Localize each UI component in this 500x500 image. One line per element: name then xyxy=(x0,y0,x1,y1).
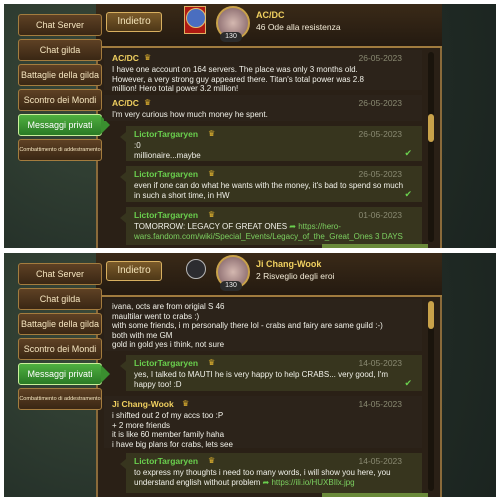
guild-emblem-icon xyxy=(186,8,206,28)
sidebar-item-combattimento[interactable]: Combattimento di addestramento xyxy=(18,388,102,410)
input-bar-edge xyxy=(322,244,428,248)
message-text: i shifted out 2 of my accs too :P + 2 mo… xyxy=(112,411,233,449)
read-check-icon: ✔ xyxy=(404,378,412,388)
bottom-screenshot: Indietro 130 Ji Chang-Wook 2 Risveglio d… xyxy=(4,253,496,497)
top-screenshot: Indietro 130 AC/DC 46 Ode alla resistenz… xyxy=(4,4,496,248)
scroll-thumb[interactable] xyxy=(428,114,434,142)
message: LictorTargaryen ♛ 14-05-2023 to express … xyxy=(120,453,422,493)
message-text: even if one can do what he wants with th… xyxy=(134,181,404,200)
message-text: I'm very curious how much money he spent… xyxy=(112,110,268,119)
sidebar-item-battaglie[interactable]: Battaglie della gilda xyxy=(18,313,102,335)
crown-icon: ♛ xyxy=(208,129,216,138)
message: AC/DC ♛ 26-05-2023 I have one account on… xyxy=(104,50,422,93)
chat-header: Indietro 130 Ji Chang-Wook 2 Risveglio d… xyxy=(96,253,442,297)
crown-icon: ♛ xyxy=(208,169,216,178)
link-arrow-icon: ➦ xyxy=(289,222,296,231)
message-sender: LictorTargaryen xyxy=(134,456,199,466)
message-date: 26-05-2023 xyxy=(358,53,402,63)
scrollbar[interactable] xyxy=(428,52,434,242)
read-check-icon: ✔ xyxy=(404,189,412,199)
message: LictorTargaryen ♛ 14-05-2023 yes, I talk… xyxy=(120,355,422,391)
chat-header: Indietro 130 AC/DC 46 Ode alla resistenz… xyxy=(96,4,442,48)
message-date: 26-05-2023 xyxy=(358,169,402,179)
message-text: ivana, octs are from origial S 46 maulti… xyxy=(112,302,383,349)
message: LictorTargaryen ♛ 26-05-2023 even if one… xyxy=(120,166,422,202)
level-badge: 130 xyxy=(220,281,242,291)
contact-guild: 46 Ode alla resistenza xyxy=(256,22,341,32)
back-button[interactable]: Indietro xyxy=(106,261,162,281)
sidebar-item-chat-server[interactable]: Chat Server xyxy=(18,14,102,36)
sidebar-item-chat-gilda[interactable]: Chat gilda xyxy=(18,39,102,61)
sidebar-item-scontro[interactable]: Scontro dei Mondi xyxy=(18,89,102,111)
message-text: yes, I talked to MAUTI he is very happy … xyxy=(134,370,389,389)
sidebar-item-messaggi-privati[interactable]: Messaggi privati xyxy=(18,114,110,136)
message-date: 14-05-2023 xyxy=(358,456,402,466)
crown-icon: ♛ xyxy=(182,399,190,408)
message-sender: LictorTargaryen xyxy=(134,129,199,139)
message: AC/DC ♛ 26-05-2023 I'm very curious how … xyxy=(104,95,422,121)
back-button[interactable]: Indietro xyxy=(106,12,162,32)
crown-icon: ♛ xyxy=(144,53,152,62)
message-text-body: TOMORROW: LEGACY OF GREAT ONES xyxy=(134,222,288,231)
chat-sidebar: Chat Server Chat gilda Battaglie della g… xyxy=(18,14,110,164)
contact-guild: 2 Risveglio degli eroi xyxy=(256,271,335,281)
level-badge: 130 xyxy=(220,32,242,42)
sidebar-item-combattimento[interactable]: Combattimento di addestramento xyxy=(18,139,102,161)
message-text: to express my thoughts i need too many w… xyxy=(134,468,414,487)
message: ivana, octs are from origial S 46 maulti… xyxy=(104,299,422,351)
read-check-icon: ✔ xyxy=(404,148,412,158)
crown-icon: ♛ xyxy=(144,98,152,107)
message-text: I have one account on 164 servers. The p… xyxy=(112,65,364,93)
sidebar-item-scontro[interactable]: Scontro dei Mondi xyxy=(18,338,102,360)
message: LictorTargaryen ♛ 01-06-2023 TOMORROW: L… xyxy=(120,207,422,245)
message-date: 14-05-2023 xyxy=(358,358,402,368)
message-sender: LictorTargaryen xyxy=(134,169,199,179)
message-text: TOMORROW: LEGACY OF GREAT ONES ➦ https:/… xyxy=(134,222,414,241)
sidebar-item-chat-server[interactable]: Chat Server xyxy=(18,263,102,285)
message-sender: AC/DC xyxy=(112,53,139,63)
message-date: 14-05-2023 xyxy=(358,399,402,409)
input-bar-edge xyxy=(322,493,428,497)
contact-name: Ji Chang-Wook xyxy=(256,259,322,269)
message-date: 26-05-2023 xyxy=(358,98,402,108)
crown-icon: ♛ xyxy=(208,210,216,219)
message: Ji Chang-Wook ♛ 14-05-2023 i shifted out… xyxy=(104,396,422,449)
guild-emblem-icon xyxy=(186,259,206,279)
chat-sidebar: Chat Server Chat gilda Battaglie della g… xyxy=(18,263,110,413)
message: LictorTargaryen ♛ 26-05-2023 :0 milliona… xyxy=(120,126,422,161)
crown-icon: ♛ xyxy=(208,456,216,465)
message-text: :0 millionaire...maybe xyxy=(134,141,201,160)
message-date: 01-06-2023 xyxy=(358,210,402,220)
message-date: 26-05-2023 xyxy=(358,129,402,139)
message-link[interactable]: https://ili.io/HUXBIlx.jpg xyxy=(271,478,354,487)
message-sender: AC/DC xyxy=(112,98,139,108)
scrollbar[interactable] xyxy=(428,301,434,491)
message-list: AC/DC ♛ 26-05-2023 I have one account on… xyxy=(104,50,428,248)
contact-name: AC/DC xyxy=(256,10,285,20)
sidebar-item-chat-gilda[interactable]: Chat gilda xyxy=(18,288,102,310)
crown-icon: ♛ xyxy=(208,358,216,367)
sidebar-item-battaglie[interactable]: Battaglie della gilda xyxy=(18,64,102,86)
message-sender: Ji Chang-Wook xyxy=(112,399,174,409)
message-sender: LictorTargaryen xyxy=(134,210,199,220)
message-list: ivana, octs are from origial S 46 maulti… xyxy=(104,299,428,497)
sidebar-item-messaggi-privati[interactable]: Messaggi privati xyxy=(18,363,110,385)
scroll-thumb[interactable] xyxy=(428,301,434,329)
link-arrow-icon: ➦ xyxy=(262,477,270,487)
message-sender: LictorTargaryen xyxy=(134,358,199,368)
